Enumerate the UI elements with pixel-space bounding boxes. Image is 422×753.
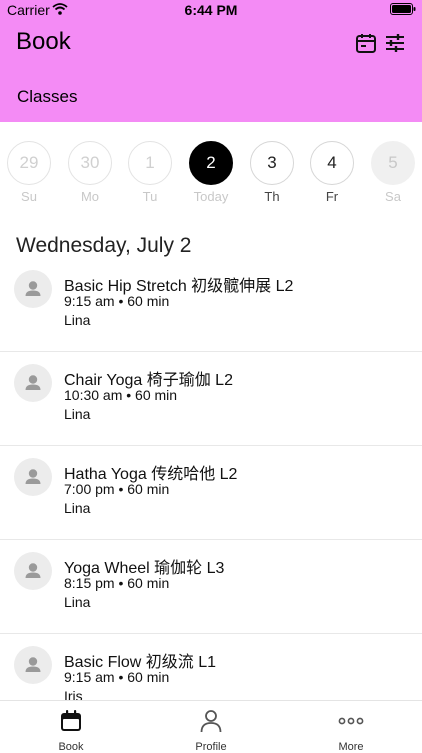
class-time: 10:30 am • 60 min: [64, 387, 178, 403]
avatar: [14, 646, 52, 684]
avatar: [14, 364, 52, 402]
day-label: Today: [193, 189, 229, 204]
day-item[interactable]: 1 Tu: [126, 138, 174, 204]
day-number: 2: [189, 141, 233, 185]
person-placeholder-icon: [25, 469, 41, 484]
day-label: Th: [264, 189, 280, 204]
day-item[interactable]: 29 Su: [5, 138, 53, 204]
person-icon: [200, 710, 222, 733]
battery-icon: [390, 3, 416, 15]
class-item[interactable]: Basic Hip Stretch 初级髋伸展 L2 9:15 am • 60 …: [0, 258, 422, 352]
avatar: [14, 458, 52, 496]
person-placeholder-icon: [25, 375, 41, 390]
avatar: [14, 552, 52, 590]
day-label: Tu: [142, 189, 158, 204]
tab-book[interactable]: Book: [31, 701, 111, 753]
class-item[interactable]: Chair Yoga 椅子瑜伽 L2 10:30 am • 60 min Lin…: [0, 352, 422, 446]
day-number: 1: [128, 141, 172, 185]
day-label: Mo: [80, 189, 100, 204]
class-instructor: Lina: [64, 312, 91, 328]
tab-bar: Book Profile More: [0, 700, 422, 753]
status-bar: Carrier 6:44 PM: [0, 0, 422, 20]
class-item[interactable]: Hatha Yoga 传统哈他 L2 7:00 pm • 60 min Lina: [0, 446, 422, 540]
section-label: Classes: [17, 87, 78, 106]
day-label: Sa: [385, 189, 401, 204]
day-item-selected[interactable]: 2 Today: [187, 138, 235, 204]
class-time: 7:00 pm • 60 min: [64, 481, 170, 497]
day-picker: 29 Su 30 Mo 1 Tu 2 Today 3 Th 4 Fr 5 Sa: [0, 138, 422, 213]
day-number: 4: [310, 141, 354, 185]
class-time: 8:15 pm • 60 min: [64, 575, 170, 591]
class-time: 9:15 am • 60 min: [64, 669, 170, 685]
avatar: [14, 270, 52, 308]
day-item[interactable]: 30 Mo: [66, 138, 114, 204]
tab-label: More: [338, 741, 364, 753]
class-time: 9:15 am • 60 min: [64, 293, 170, 309]
tab-label: Profile: [195, 741, 227, 753]
page-title: Book: [16, 28, 71, 55]
calendar-icon: [61, 710, 81, 731]
day-item[interactable]: 5 Sa: [369, 138, 417, 204]
day-number: 30: [68, 141, 112, 185]
person-placeholder-icon: [25, 563, 41, 578]
more-dots-icon: [338, 717, 364, 725]
day-item[interactable]: 3 Th: [248, 138, 296, 204]
person-placeholder-icon: [25, 281, 41, 296]
class-instructor: Lina: [64, 500, 91, 516]
class-item[interactable]: Yoga Wheel 瑜伽轮 L3 8:15 pm • 60 min Lina: [0, 540, 422, 634]
day-item[interactable]: 4 Fr: [308, 138, 356, 204]
app-header: Carrier 6:44 PM Book Classes: [0, 0, 422, 122]
day-number: 3: [250, 141, 294, 185]
person-placeholder-icon: [25, 657, 41, 672]
day-label: Fr: [325, 189, 339, 204]
tab-label: Book: [58, 741, 84, 753]
day-number: 5: [371, 141, 415, 185]
class-instructor: Lina: [64, 406, 91, 422]
calendar-icon[interactable]: [355, 32, 377, 54]
tab-profile[interactable]: Profile: [171, 701, 251, 753]
tab-more[interactable]: More: [311, 701, 391, 753]
status-time: 6:44 PM: [184, 2, 238, 18]
day-number: 29: [7, 141, 51, 185]
day-label: Su: [21, 189, 37, 204]
sliders-icon[interactable]: [384, 32, 406, 54]
date-heading: Wednesday, July 2: [16, 234, 192, 257]
class-instructor: Lina: [64, 594, 91, 610]
